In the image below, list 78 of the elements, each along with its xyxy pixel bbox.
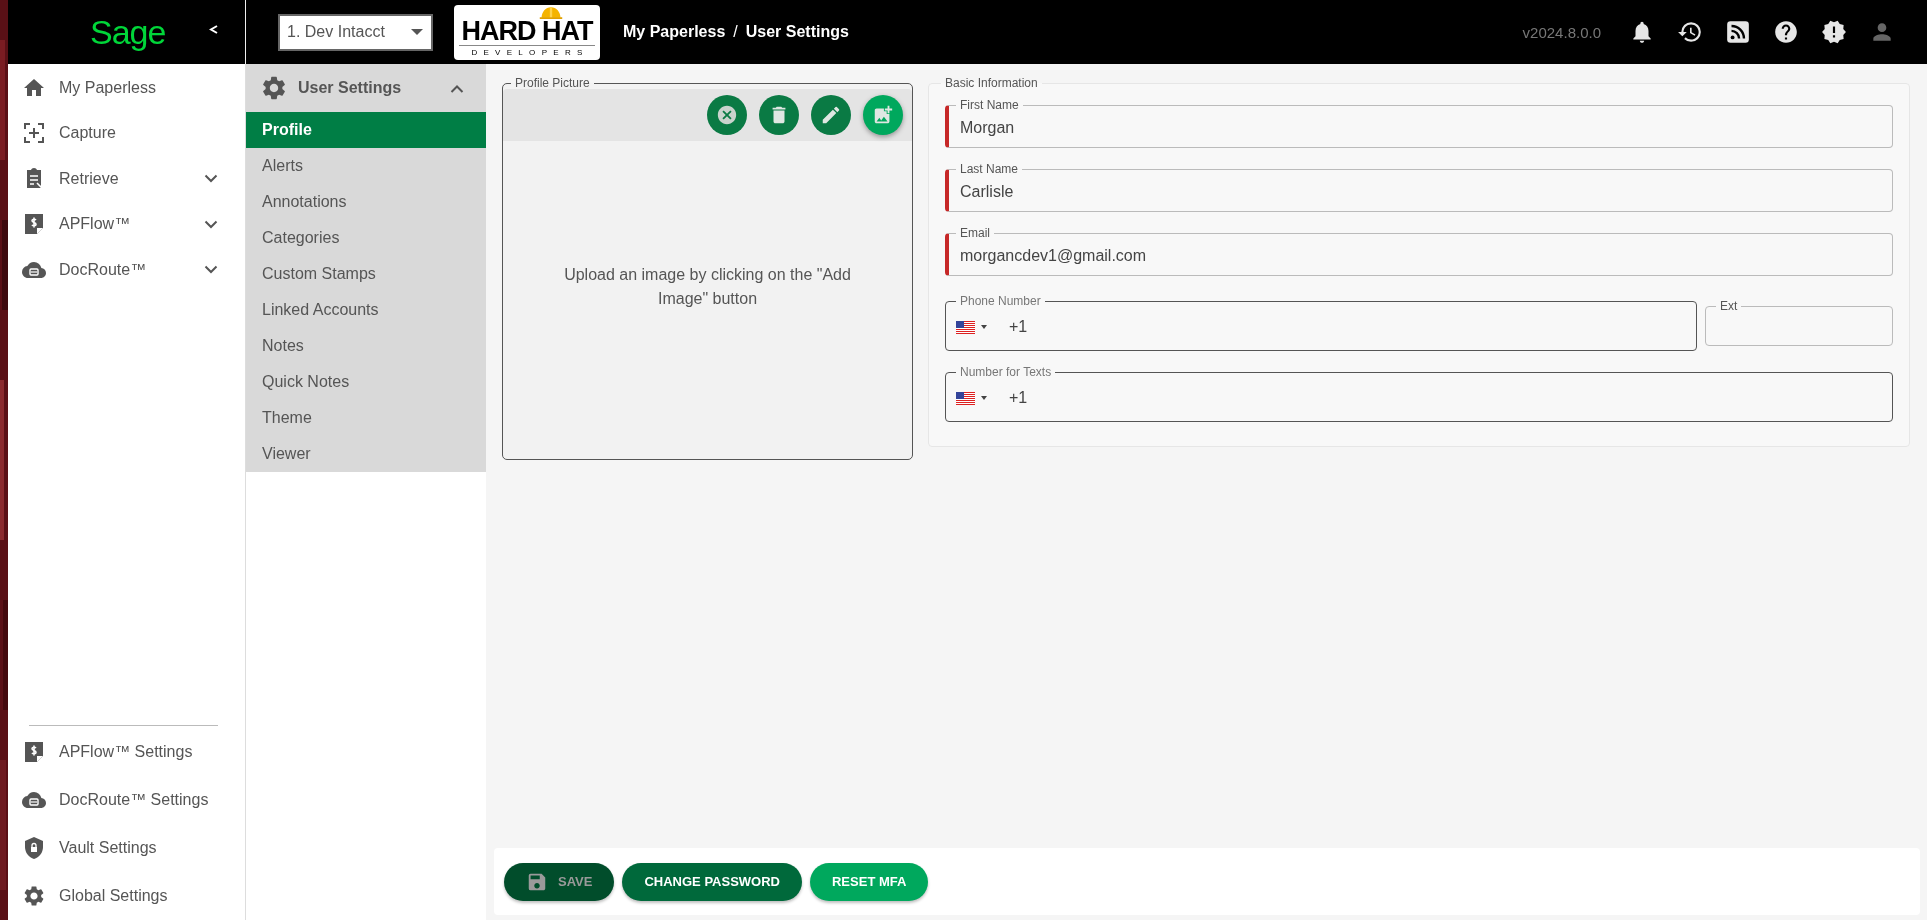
rss-icon[interactable]: [1725, 19, 1751, 45]
field-label: First Name: [959, 98, 1020, 112]
chevron-up-icon: [450, 83, 464, 93]
panel-label: Profile Picture: [514, 76, 591, 90]
nav-item[interactable]: Retrieve: [8, 156, 245, 202]
caret-icon: [411, 29, 423, 35]
nav-item[interactable]: APFlow™ Settings: [8, 728, 245, 776]
upload-hint: Upload an image by clicking on the "Add Image" button: [563, 265, 852, 309]
phone-field[interactable]: Phone Number +1: [945, 294, 1697, 351]
breadcrumb-link[interactable]: My Paperless: [623, 23, 726, 41]
chevron-down-icon: [204, 265, 218, 275]
field-label: Ext: [1719, 299, 1739, 313]
menu-item[interactable]: Linked Accounts: [246, 292, 486, 328]
menu-item[interactable]: Alerts: [246, 148, 486, 184]
hard-hat-icon: [538, 5, 564, 19]
country-select[interactable]: [956, 320, 987, 334]
panel-label: Basic Information: [944, 76, 1039, 90]
caret-icon: [981, 325, 987, 329]
chevron-down-icon: [204, 174, 218, 184]
text-field[interactable]: Ext: [1705, 299, 1893, 346]
country-select[interactable]: [956, 391, 987, 405]
field-label: Email: [959, 226, 991, 240]
flag-icon: [956, 320, 975, 334]
dial-code: +1: [1009, 389, 1028, 407]
nav-item[interactable]: Capture: [8, 110, 245, 156]
nav-item[interactable]: DocRoute™: [8, 247, 245, 293]
change-password-button[interactable]: CHANGE PASSWORD: [622, 862, 802, 901]
breadcrumb-link[interactable]: User Settings: [745, 23, 849, 41]
menu-item[interactable]: Categories: [246, 220, 486, 256]
history-icon[interactable]: [1677, 19, 1703, 45]
add-image-icon: [872, 104, 894, 126]
field-input[interactable]: Carlisle: [960, 182, 1878, 201]
menu-item[interactable]: Viewer: [246, 436, 486, 472]
caret-icon: [981, 396, 987, 400]
menu-item[interactable]: Quick Notes: [246, 364, 486, 400]
pencil-icon: [820, 104, 842, 126]
remove-button[interactable]: [707, 95, 747, 135]
alert-badge-icon[interactable]: [1821, 19, 1847, 45]
field-input[interactable]: morgancdev1@gmail.com: [960, 246, 1878, 265]
dial-code: +1: [1009, 318, 1028, 336]
menu-item[interactable]: Custom Stamps: [246, 256, 486, 292]
edit-button[interactable]: [811, 95, 851, 135]
menu-item[interactable]: Theme: [246, 400, 486, 436]
text-field[interactable]: Last Name Carlisle: [945, 162, 1893, 212]
clear-icon: [716, 104, 738, 126]
delete-button[interactable]: [759, 95, 799, 135]
logo-subtitle: DEVELOPERS: [470, 47, 589, 57]
help-icon[interactable]: [1773, 19, 1799, 45]
nav-item[interactable]: Global Settings: [8, 872, 245, 920]
nav-item[interactable]: APFlow™: [8, 201, 245, 247]
chevron-down-icon: [204, 219, 218, 229]
settings-icon: [22, 884, 46, 908]
account-select[interactable]: 1. Dev Intacct: [278, 13, 433, 51]
flag-icon: [956, 391, 975, 405]
settings-icon: [260, 74, 288, 102]
nav-item[interactable]: My Paperless: [8, 65, 245, 111]
logo-title: HARD HAT: [461, 18, 593, 44]
version-label: v2024.8.0.0: [1522, 23, 1601, 41]
menu-item[interactable]: Profile: [246, 112, 486, 148]
field-label: Phone Number: [959, 294, 1042, 308]
menu-item[interactable]: Notes: [246, 328, 486, 364]
text-field[interactable]: First Name Morgan: [945, 98, 1893, 148]
dollar-document-icon: [22, 212, 46, 237]
field-label: Last Name: [959, 162, 1020, 176]
collapse-button[interactable]: [208, 25, 218, 34]
chevron-left-icon: [208, 25, 218, 34]
field-input[interactable]: Morgan: [960, 118, 1878, 137]
shield-lock-icon: [22, 836, 46, 860]
nav-item[interactable]: DocRoute™ Settings: [8, 776, 245, 824]
phone-field[interactable]: Number for Texts +1: [945, 365, 1893, 422]
menu-item[interactable]: Annotations: [246, 184, 486, 220]
dollar-document-icon: [22, 740, 46, 764]
capture-icon: [22, 121, 46, 146]
breadcrumb-separator: /: [733, 23, 738, 41]
sage-logo: Sage: [90, 12, 166, 52]
field-label: Number for Texts: [959, 365, 1053, 379]
text-field[interactable]: Email morgancdev1@gmail.com: [945, 226, 1893, 276]
nav-item[interactable]: Vault Settings: [8, 824, 245, 872]
